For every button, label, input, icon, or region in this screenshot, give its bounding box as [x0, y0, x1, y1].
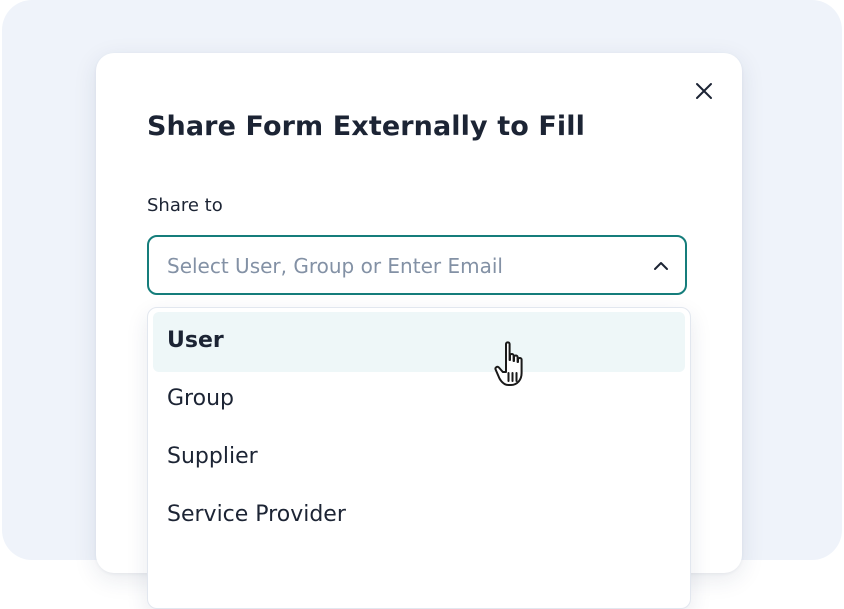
option-label: Group [167, 386, 234, 411]
share-to-label: Share to [147, 195, 223, 216]
option-label: Supplier [167, 444, 258, 469]
hand-pointer-icon [494, 341, 523, 386]
chevron-up-icon[interactable] [651, 257, 671, 275]
option-user[interactable]: User [153, 312, 685, 372]
option-label: User [167, 328, 224, 353]
close-icon [696, 83, 712, 99]
share-to-select[interactable]: Select User, Group or Enter Email [147, 235, 687, 295]
dialog-title: Share Form Externally to Fill [147, 111, 585, 142]
option-supplier[interactable]: Supplier [153, 428, 685, 488]
option-label: Service Provider [167, 502, 346, 527]
close-button[interactable] [692, 79, 716, 103]
share-to-placeholder: Select User, Group or Enter Email [167, 254, 503, 278]
share-form-dialog: Share Form Externally to Fill Share to S… [96, 53, 742, 609]
share-to-dropdown: User Group Supplier Service Provider [147, 307, 691, 609]
option-service-provider[interactable]: Service Provider [153, 486, 685, 546]
option-group[interactable]: Group [153, 370, 685, 430]
